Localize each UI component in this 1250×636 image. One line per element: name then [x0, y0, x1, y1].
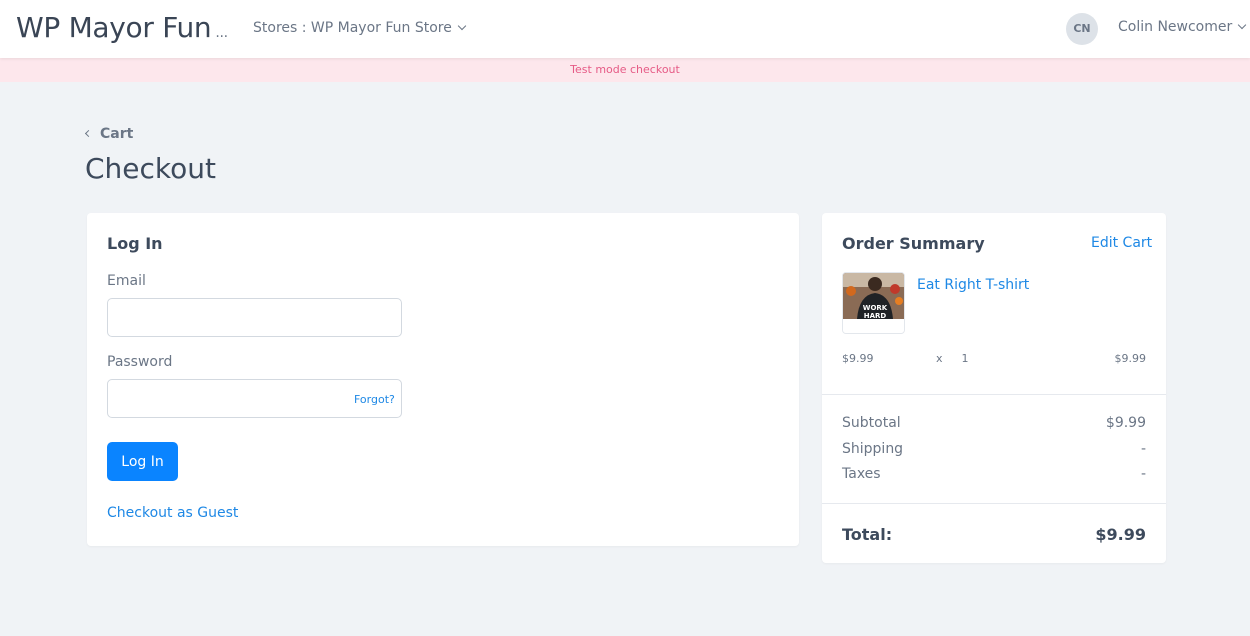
- back-link-label: Cart: [100, 126, 134, 142]
- back-to-cart-link[interactable]: Cart: [84, 126, 134, 142]
- store-switcher[interactable]: Stores : WP Mayor Fun Store: [253, 20, 467, 36]
- quantity-prefix: x: [936, 352, 943, 365]
- avatar[interactable]: CN: [1066, 13, 1098, 45]
- quantity: x1: [936, 352, 969, 365]
- chevron-down-icon: [1238, 20, 1247, 30]
- chevron-left-icon: [84, 129, 93, 138]
- order-summary-card: Order Summary Edit Cart WORK HARD Eat Ri…: [822, 213, 1166, 563]
- login-button[interactable]: Log In: [107, 442, 178, 481]
- shipping-label: Shipping: [842, 441, 904, 457]
- unit-price: $9.99: [842, 352, 874, 365]
- quantity-value: 1: [961, 352, 969, 365]
- password-label: Password: [107, 354, 173, 370]
- taxes-label: Taxes: [842, 466, 881, 482]
- edit-cart-link[interactable]: Edit Cart: [1091, 235, 1152, 251]
- product-thumbnail[interactable]: WORK HARD: [842, 272, 905, 334]
- product-image: WORK HARD: [843, 273, 904, 333]
- user-menu[interactable]: Colin Newcomer: [1118, 19, 1247, 35]
- total-label: Total:: [842, 525, 893, 544]
- user-name: Colin Newcomer: [1118, 19, 1233, 35]
- store-switcher-label: Stores : WP Mayor Fun Store: [253, 20, 452, 36]
- subtotal-value: $9.99: [1105, 415, 1146, 431]
- checkout-as-guest-link[interactable]: Checkout as Guest: [107, 505, 238, 521]
- order-summary-title: Order Summary: [842, 234, 985, 253]
- chevron-down-icon: [457, 21, 467, 31]
- forgot-password-link[interactable]: Forgot?: [354, 393, 395, 406]
- brand-ellipsis: ...: [215, 25, 228, 41]
- store-brand[interactable]: WP Mayor Fun...: [16, 11, 228, 44]
- email-label: Email: [107, 273, 146, 289]
- top-navbar: WP Mayor Fun... Stores : WP Mayor Fun St…: [0, 0, 1250, 58]
- divider: [822, 394, 1166, 395]
- thumb-text-hard: HARD: [864, 312, 887, 320]
- test-mode-banner: Test mode checkout: [0, 58, 1250, 82]
- divider: [822, 503, 1166, 504]
- page-title: Checkout: [85, 152, 216, 185]
- product-name-link[interactable]: Eat Right T-shirt: [917, 277, 1029, 293]
- taxes-value: -: [1140, 466, 1146, 482]
- shipping-value: -: [1140, 441, 1146, 457]
- line-total: $9.99: [1114, 352, 1147, 365]
- subtotal-label: Subtotal: [842, 415, 901, 431]
- email-field[interactable]: [107, 298, 402, 337]
- thumb-text-work: WORK: [863, 304, 888, 312]
- login-card: Log In Email Password Forgot? Log In Che…: [87, 213, 799, 546]
- login-title: Log In: [107, 234, 163, 253]
- brand-title: WP Mayor Fun: [16, 11, 212, 44]
- total-value: $9.99: [1095, 525, 1146, 544]
